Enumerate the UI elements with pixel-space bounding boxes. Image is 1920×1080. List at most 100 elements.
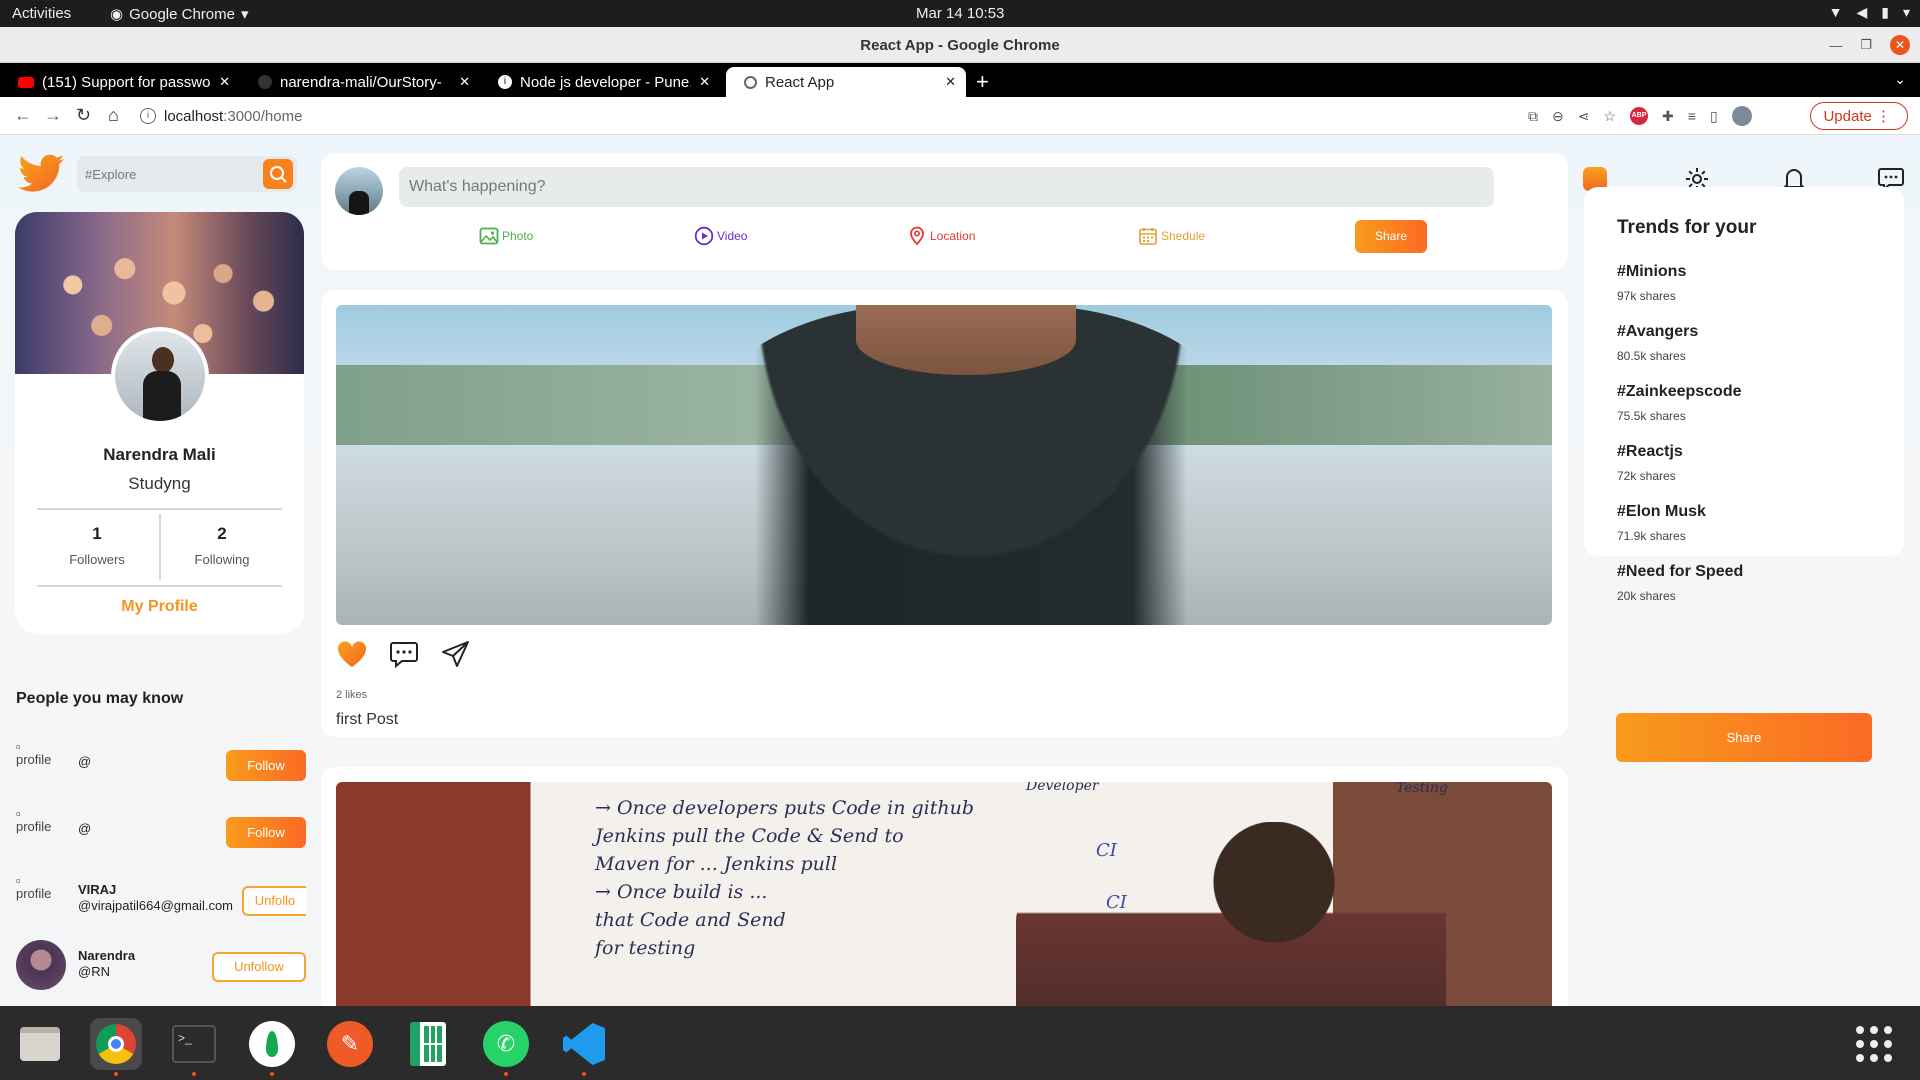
- schedule-option[interactable]: Shedule: [1138, 226, 1205, 246]
- search-button[interactable]: [263, 159, 293, 189]
- extensions-icon[interactable]: ✚: [1662, 108, 1674, 125]
- files-icon[interactable]: [14, 1018, 66, 1070]
- url-host: localhost: [164, 107, 224, 125]
- chrome-icon[interactable]: [90, 1018, 142, 1076]
- close-icon[interactable]: ✕: [945, 74, 956, 90]
- close-icon[interactable]: ✕: [459, 74, 470, 90]
- reading-list-icon[interactable]: ≡: [1688, 108, 1696, 124]
- pen-tool-icon[interactable]: ✎: [324, 1018, 376, 1070]
- post-card: 2 likes first Post: [321, 290, 1568, 737]
- spreadsheet-icon[interactable]: [402, 1018, 454, 1070]
- close-icon[interactable]: ✕: [219, 74, 230, 90]
- profile-avatar-icon[interactable]: [1731, 106, 1752, 126]
- divider: [37, 508, 282, 510]
- right-share-button[interactable]: Share: [1616, 713, 1872, 762]
- more-vert-icon: ⋮: [1876, 108, 1891, 125]
- mongodb-compass-icon[interactable]: [246, 1018, 298, 1076]
- profile-card: Narendra Mali Studyng 1 Followers 2 Foll…: [15, 212, 304, 634]
- update-button[interactable]: Update ⋮: [1810, 102, 1908, 130]
- send-icon[interactable]: [441, 640, 471, 668]
- site-info-icon[interactable]: i: [140, 108, 156, 124]
- unfollow-button[interactable]: Unfollo: [242, 886, 306, 916]
- explore-placeholder: #Explore: [85, 166, 137, 182]
- trend-tag: #Avangers: [1617, 323, 1699, 340]
- composer-share-button[interactable]: Share: [1355, 220, 1427, 253]
- follow-button[interactable]: Follow: [226, 817, 306, 848]
- tab-label: React App: [765, 73, 835, 91]
- maximize-icon[interactable]: ❐: [1860, 37, 1872, 53]
- trend-item[interactable]: #Elon Musk 71.9k shares: [1617, 503, 1706, 543]
- reload-icon[interactable]: ↻: [76, 105, 91, 126]
- address-bar[interactable]: i localhost:3000/home: [140, 102, 1520, 130]
- comment-icon[interactable]: [389, 640, 419, 668]
- trend-item[interactable]: #Avangers 80.5k shares: [1617, 323, 1698, 363]
- twitter-logo-icon[interactable]: [18, 153, 66, 197]
- github-icon: [258, 75, 272, 89]
- adblock-icon[interactable]: ABP: [1630, 107, 1649, 125]
- terminal-icon[interactable]: >_: [168, 1018, 220, 1076]
- suggestion-handle: @: [78, 754, 92, 769]
- home-icon[interactable]: ⌂: [108, 105, 119, 126]
- profile-image-placeholder: ▫ profile: [16, 873, 52, 901]
- unfollow-button[interactable]: Unfollow: [212, 952, 306, 982]
- trends-title: Trends for your: [1617, 217, 1757, 238]
- vscode-icon[interactable]: [558, 1018, 610, 1076]
- side-panel-icon[interactable]: ▯: [1710, 108, 1718, 125]
- zoom-icon[interactable]: ⊖: [1552, 108, 1564, 125]
- back-arrow-icon[interactable]: ←: [14, 105, 32, 126]
- forward-arrow-icon[interactable]: →: [44, 105, 62, 126]
- location-option[interactable]: Location: [907, 226, 975, 246]
- trend-shares: 20k shares: [1617, 589, 1676, 603]
- profile-avatar[interactable]: [111, 327, 209, 425]
- tab-node-developer[interactable]: i Node js developer - Pune, ✕: [480, 67, 720, 97]
- calendar-icon: [1139, 228, 1157, 245]
- new-tab-button[interactable]: +: [976, 69, 989, 95]
- activities-button[interactable]: Activities: [12, 5, 71, 22]
- translate-icon[interactable]: ⧉: [1528, 108, 1538, 125]
- heart-icon[interactable]: [337, 640, 367, 668]
- minimize-icon[interactable]: —: [1829, 38, 1842, 53]
- close-icon[interactable]: ✕: [1890, 35, 1910, 55]
- volume-icon: ◀: [1856, 4, 1868, 20]
- show-apps-icon[interactable]: [1856, 1026, 1892, 1062]
- system-top-bar: Activities ◉ Google Chrome ▾ Mar 14 10:5…: [0, 0, 1920, 27]
- tab-react-app[interactable]: React App ✕: [726, 67, 966, 97]
- whatsapp-icon[interactable]: ✆: [480, 1018, 532, 1076]
- tab-github[interactable]: narendra-mali/OurStory- ✕: [240, 67, 480, 97]
- app-menu[interactable]: ◉ Google Chrome ▾: [110, 5, 249, 24]
- post-actions: [337, 640, 471, 668]
- avatar: [16, 940, 66, 990]
- trend-item[interactable]: #Zainkeepscode 75.5k shares: [1617, 383, 1742, 423]
- profile-image-placeholder: ▫ profile: [16, 739, 52, 767]
- follow-button[interactable]: Follow: [226, 750, 306, 781]
- suggestion-item: Narendra @RN Unfollow: [16, 940, 306, 990]
- whiteboard-label: Developer: [1026, 782, 1099, 794]
- tab-search-icon[interactable]: ⌄: [1894, 71, 1906, 88]
- share-icon[interactable]: ⋖: [1578, 108, 1590, 125]
- battery-icon: ▮: [1881, 4, 1889, 20]
- likes-count: 2 likes: [336, 689, 368, 701]
- whats-happening-input[interactable]: What's happening?: [399, 167, 1494, 207]
- my-profile-link[interactable]: My Profile: [15, 598, 304, 616]
- tab-label: narendra-mali/OurStory-: [280, 73, 442, 91]
- trend-shares: 75.5k shares: [1617, 409, 1686, 423]
- profile-status: Studyng: [128, 474, 191, 493]
- youtube-icon: [18, 76, 34, 88]
- trend-item[interactable]: #Reactjs 72k shares: [1617, 443, 1683, 483]
- photo-option[interactable]: Photo: [479, 226, 533, 246]
- explore-search-input[interactable]: #Explore: [77, 156, 297, 192]
- bookmark-star-icon[interactable]: ☆: [1603, 108, 1616, 125]
- divider: [37, 585, 282, 587]
- system-tray[interactable]: ▼ ◀ ▮ ▾: [1829, 4, 1910, 21]
- trend-item[interactable]: #Need for Speed 20k shares: [1617, 563, 1743, 603]
- web-page: #Explore Narendra Mali Studyng 1 Followe…: [0, 135, 1920, 1006]
- post-composer: What's happening? Photo Video Location S…: [321, 153, 1568, 270]
- trends-card: Trends for your #Minions 97k shares #Avan…: [1584, 187, 1904, 603]
- clock[interactable]: Mar 14 10:53: [916, 5, 1004, 22]
- close-icon[interactable]: ✕: [699, 74, 710, 90]
- suggestion-item: ▫ profile VIRAJ @virajpatil664@gmail.com U…: [16, 874, 306, 924]
- video-option[interactable]: Video: [694, 226, 747, 246]
- tab-youtube[interactable]: (151) Support for passwo ✕: [0, 67, 240, 97]
- trend-item[interactable]: #Minions 97k shares: [1617, 263, 1686, 303]
- suggestion-handle: @virajpatil664@gmail.com: [78, 898, 234, 913]
